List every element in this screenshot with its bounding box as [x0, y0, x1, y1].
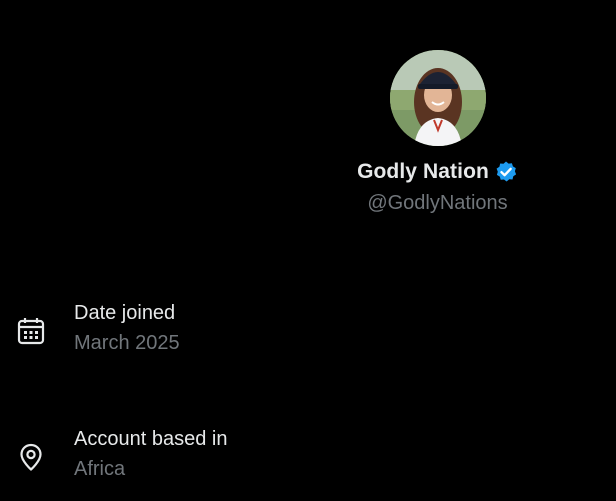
date-joined-text: Date joined March 2025	[74, 300, 180, 356]
date-joined-value: March 2025	[74, 332, 180, 354]
date-joined-label: Date joined	[74, 302, 176, 324]
name-row: Godly Nation	[357, 160, 518, 184]
verified-badge-icon	[494, 160, 518, 184]
location-pin-icon	[16, 442, 46, 472]
calendar-icon	[16, 316, 46, 346]
date-joined-row: Date joined March 2025	[16, 300, 180, 356]
about-account-panel: Godly Nation @GodlyNations Date joined M…	[0, 0, 616, 501]
profile-handle: @GodlyNations	[367, 192, 508, 214]
account-location-row: Account based in Africa	[16, 426, 227, 482]
profile-header: Godly Nation @GodlyNations	[320, 50, 555, 215]
display-name: Godly Nation	[357, 160, 489, 183]
avatar[interactable]	[389, 50, 486, 146]
account-location-value: Africa	[74, 458, 126, 480]
account-location-text: Account based in Africa	[74, 426, 227, 482]
account-location-label: Account based in	[74, 428, 228, 450]
